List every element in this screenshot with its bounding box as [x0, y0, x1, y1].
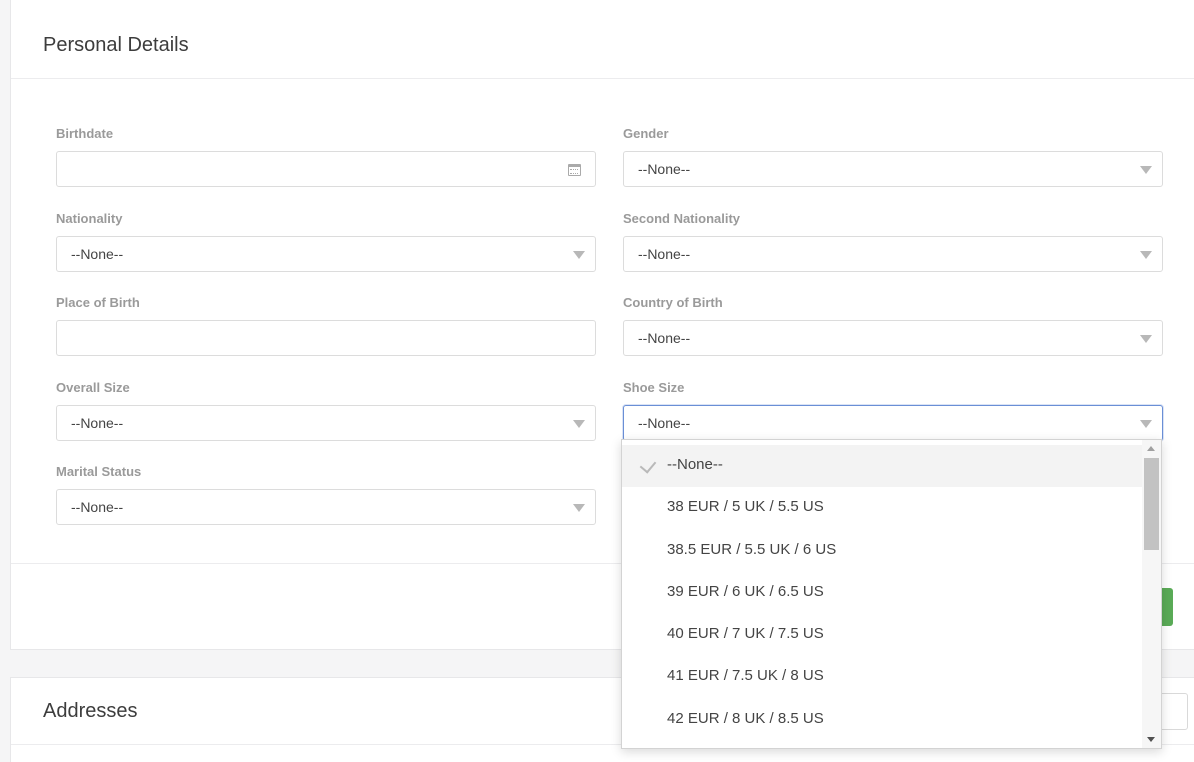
- check-icon: [639, 456, 657, 474]
- second-nationality-select[interactable]: --None--: [623, 236, 1163, 272]
- scrollbar-thumb[interactable]: [1144, 458, 1159, 550]
- overall-size-label: Overall Size: [56, 380, 130, 395]
- country-of-birth-select[interactable]: --None--: [623, 320, 1163, 356]
- dropdown-option-label: --None--: [667, 456, 723, 473]
- nationality-value: --None--: [71, 246, 124, 262]
- chevron-down-icon: [573, 420, 585, 428]
- shoe-size-value: --None--: [638, 415, 691, 431]
- dropdown-option-label: 38 EUR / 5 UK / 5.5 US: [667, 498, 824, 515]
- dropdown-option[interactable]: 38.5 EUR / 5.5 UK / 6 US: [622, 530, 1142, 572]
- place-of-birth-label: Place of Birth: [56, 295, 140, 310]
- country-of-birth-value: --None--: [638, 330, 691, 346]
- dropdown-scrollbar[interactable]: [1142, 440, 1161, 748]
- personal-details-header: Personal Details: [11, 0, 1194, 79]
- birthdate-input[interactable]: [56, 151, 596, 187]
- overall-size-value: --None--: [71, 415, 124, 431]
- second-nationality-value: --None--: [638, 246, 691, 262]
- gender-label: Gender: [623, 126, 669, 141]
- dropdown-option-label: 38.5 EUR / 5.5 UK / 6 US: [667, 541, 837, 558]
- dropdown-option-label: 42 EUR / 8 UK / 8.5 US: [667, 710, 824, 727]
- overall-size-select[interactable]: --None--: [56, 405, 596, 441]
- chevron-down-icon: [573, 504, 585, 512]
- dropdown-option[interactable]: 42 EUR / 8 UK / 8.5 US: [622, 699, 1142, 741]
- chevron-down-icon: [573, 251, 585, 259]
- personal-details-title: Personal Details: [43, 34, 189, 56]
- second-nationality-label: Second Nationality: [623, 211, 741, 226]
- shoe-size-select[interactable]: --None--: [623, 405, 1163, 441]
- dropdown-option-label: 39 EUR / 6 UK / 6.5 US: [667, 583, 824, 600]
- birthdate-label: Birthdate: [56, 126, 114, 141]
- nationality-label: Nationality: [56, 211, 123, 226]
- marital-status-label: Marital Status: [56, 464, 142, 479]
- dropdown-option-label: 41 EUR / 7.5 UK / 8 US: [667, 667, 824, 684]
- dropdown-option[interactable]: 39 EUR / 6 UK / 6.5 US: [622, 572, 1142, 614]
- calendar-icon[interactable]: [568, 164, 581, 176]
- shoe-size-dropdown[interactable]: --None-- 38 EUR / 5 UK / 5.5 US 38.5 EUR…: [621, 439, 1162, 749]
- gender-value: --None--: [638, 161, 691, 177]
- country-of-birth-label: Country of Birth: [623, 295, 723, 310]
- shoe-size-label: Shoe Size: [623, 380, 685, 395]
- dropdown-option[interactable]: 38 EUR / 5 UK / 5.5 US: [622, 487, 1142, 529]
- marital-status-select[interactable]: --None--: [56, 489, 596, 525]
- addresses-title: Addresses: [43, 700, 138, 722]
- chevron-down-icon: [1140, 166, 1152, 174]
- scroll-up-arrow-icon[interactable]: [1147, 446, 1155, 451]
- marital-status-value: --None--: [71, 499, 124, 515]
- place-of-birth-input[interactable]: [56, 320, 596, 356]
- dropdown-option[interactable]: 40 EUR / 7 UK / 7.5 US: [622, 614, 1142, 656]
- nationality-select[interactable]: --None--: [56, 236, 596, 272]
- chevron-down-icon: [1140, 251, 1152, 259]
- dropdown-option-label: 40 EUR / 7 UK / 7.5 US: [667, 625, 824, 642]
- chevron-down-icon: [1140, 335, 1152, 343]
- dropdown-option[interactable]: --None--: [622, 445, 1142, 487]
- gender-select[interactable]: --None--: [623, 151, 1163, 187]
- scroll-down-arrow-icon[interactable]: [1147, 737, 1155, 742]
- dropdown-option[interactable]: 41 EUR / 7.5 UK / 8 US: [622, 656, 1142, 698]
- chevron-down-icon: [1140, 420, 1152, 428]
